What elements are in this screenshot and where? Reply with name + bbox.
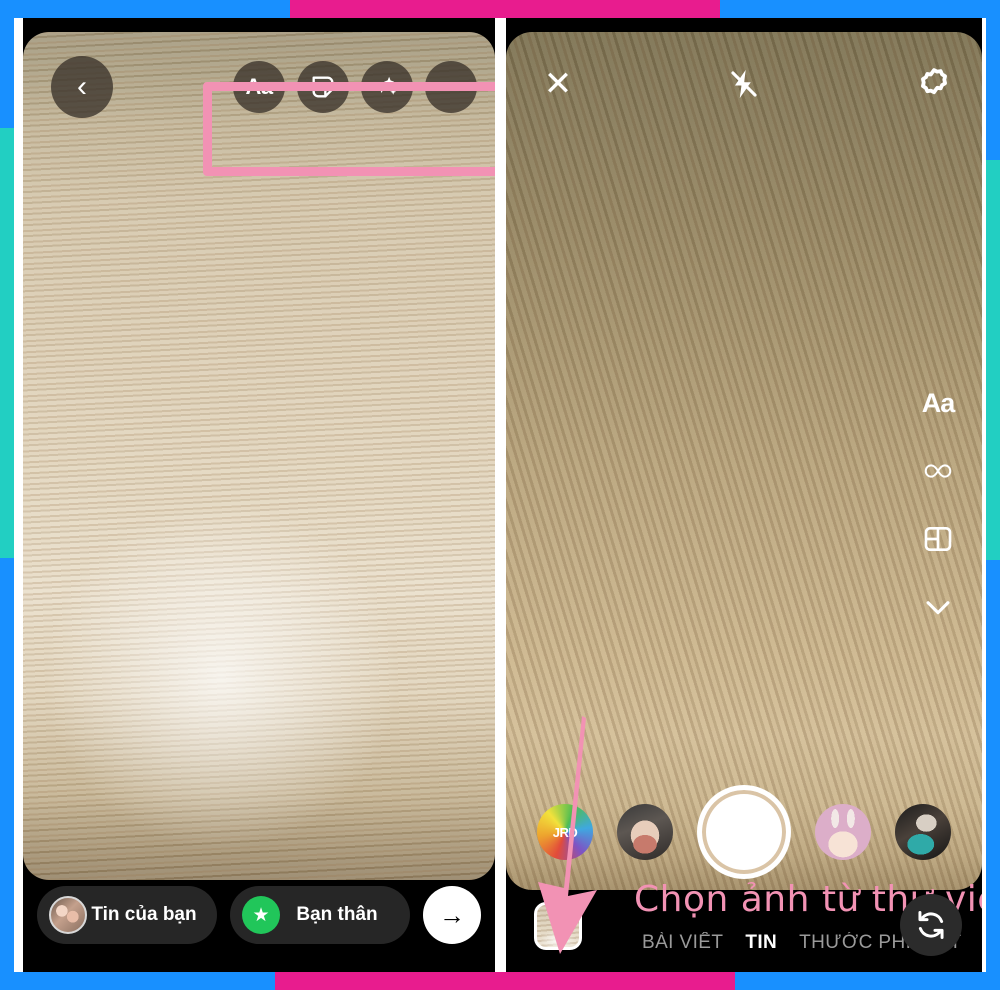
user-avatar [49,896,87,934]
boomerang-tool-button[interactable] [915,448,961,494]
gear-icon [921,68,947,95]
effects-tool-button[interactable] [361,61,413,113]
filter-sparkle-button[interactable] [895,804,951,860]
more-tools-button[interactable] [915,584,961,630]
your-story-button[interactable]: Tin của bạn [37,886,217,944]
infinity-icon [924,464,952,478]
sparkles-icon [377,76,397,95]
text-tool-button[interactable]: Aa [915,380,961,426]
send-button[interactable]: → [423,886,481,944]
close-button[interactable]: ✕ [536,62,580,106]
shutter-button[interactable] [697,785,791,879]
text-aa-icon: Aa [245,74,273,99]
star-glyph: ★ [252,904,270,926]
frame-band-left-top [0,0,14,128]
filter-rainbow-jrd-button[interactable]: JRD [537,804,593,860]
tab-bai-viet[interactable]: BÀI VIẾT [642,932,723,954]
frame-separator-middle [495,18,506,972]
camera-bottom-bar: Chọn ảnh từ thư viện BÀI VIẾT TIN THƯỚC … [506,876,982,972]
more-dots-icon: ··· [437,73,465,100]
flip-camera-button[interactable] [900,894,962,956]
flip-camera-icon [918,911,944,939]
back-button[interactable]: ‹ [51,56,113,118]
camera-side-rail: Aa [910,380,966,630]
decorative-frame: ‹ Aa ··· Tin của bạn ★ Bạn thân → ✕ Aa J… [0,0,1000,990]
filter-label: JRD [552,824,578,840]
chevron-left-icon: ‹ [77,70,87,103]
frame-band-left-middle [0,128,14,558]
filter-carousel[interactable]: JRD [506,784,982,880]
frame-band-right-bottom [986,560,1000,990]
close-friends-button[interactable]: ★ Bạn thân [230,886,410,944]
frame-separator-right [982,18,986,972]
sticker-tool-button[interactable] [297,61,349,113]
frame-separator-left [14,18,23,972]
more-tool-button[interactable]: ··· [425,61,477,113]
arrow-right-icon: → [439,899,465,930]
sticker-icon [312,76,334,98]
story-camera-screen: ✕ Aa JRD Chọn ảnh từ thư vi BÀI VIẾT TIN… [506,18,982,972]
tab-tin[interactable]: TIN [745,932,777,954]
flash-off-icon [731,69,757,99]
text-tool-button[interactable]: Aa [233,61,285,113]
filter-portrait-button[interactable] [617,804,673,860]
text-aa-icon: Aa [921,387,956,418]
close-x-icon: ✕ [543,65,573,103]
green-star-icon: ★ [242,896,280,934]
gallery-thumbnail-button[interactable] [534,902,582,950]
camera-settings-button[interactable] [910,60,958,108]
camera-top-bar: ✕ [506,58,982,114]
close-friends-label: Bạn thân [296,904,378,925]
story-editor-top-bar: ‹ Aa ··· [23,56,495,176]
flash-toggle-button[interactable] [720,60,768,108]
layout-tool-button[interactable] [915,516,961,562]
frame-band-right-top [986,0,1000,160]
chevron-down-icon [926,601,950,615]
filter-bunny-button[interactable] [815,804,871,860]
frame-band-left-bottom [0,558,14,990]
story-editor-bottom-bar: Tin của bạn ★ Bạn thân → [23,882,495,948]
story-tool-cluster: Aa ··· [233,56,477,113]
your-story-label: Tin của bạn [91,904,197,925]
layout-grid-icon [924,527,952,551]
story-photo-canvas[interactable] [23,32,495,880]
frame-band-right-middle [986,160,1000,560]
story-editor-screen: ‹ Aa ··· Tin của bạn ★ Bạn thân → [23,18,495,972]
